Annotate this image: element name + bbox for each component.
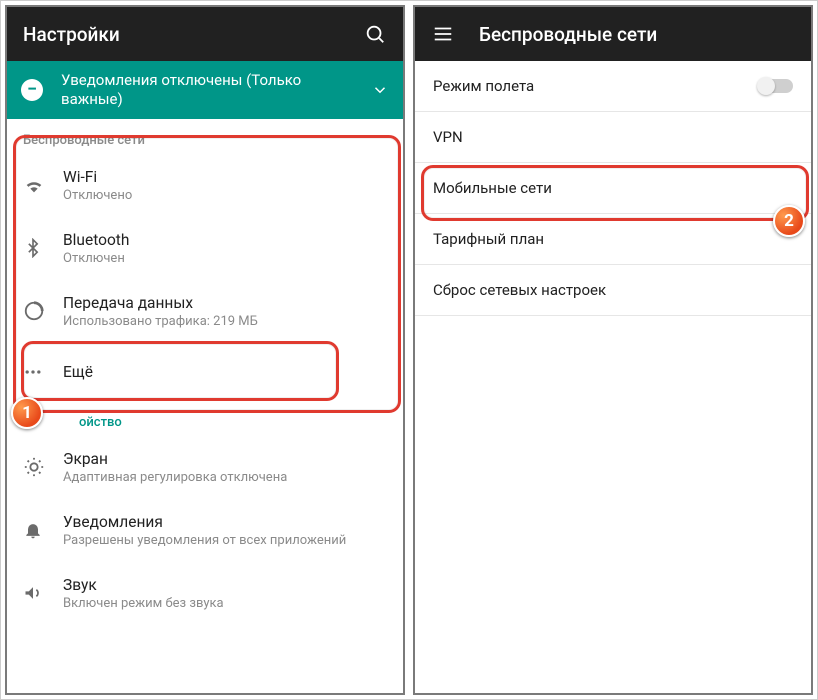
brightness-icon (23, 456, 63, 478)
vpn-label: VPN (433, 128, 793, 146)
display-label: Экран (63, 450, 387, 468)
chevron-down-icon (371, 81, 389, 99)
item-notifications[interactable]: Уведомления Разрешены уведомления от все… (7, 499, 403, 562)
bluetooth-icon (23, 238, 63, 258)
minus-circle-icon: − (21, 79, 43, 101)
sound-label: Звук (63, 576, 387, 594)
item-wifi[interactable]: Wi-Fi Отключено (7, 154, 403, 217)
more-horiz-icon (23, 362, 63, 382)
more-label: Ещё (63, 363, 387, 381)
airplane-label: Режим полета (433, 77, 759, 95)
sound-sub: Включен режим без звука (63, 596, 387, 611)
airplane-toggle[interactable] (759, 79, 793, 93)
notif-sub: Разрешены уведомления от всех приложений (63, 533, 387, 548)
item-display[interactable]: Экран Адаптивная регулировка отключена (7, 436, 403, 499)
display-sub: Адаптивная регулировка отключена (63, 470, 387, 485)
wifi-icon (23, 174, 63, 196)
notif-label: Уведомления (63, 513, 387, 531)
item-bluetooth[interactable]: Bluetooth Отключен (7, 217, 403, 280)
tariff-label: Тарифный план (433, 230, 793, 248)
item-vpn[interactable]: VPN (415, 112, 811, 162)
volume-icon (23, 583, 63, 603)
data-usage-icon (23, 300, 63, 322)
step-badge-2: 2 (773, 205, 805, 237)
screen-settings: Настройки − Уведомления отключены (Тольк… (5, 5, 405, 695)
section-header-wireless: Беспроводные сети (7, 119, 403, 154)
screen-wireless: Беспроводные сети Режим полета VPN Мобил… (413, 5, 813, 695)
appbar-title: Настройки (23, 23, 363, 46)
wifi-sub: Отключено (63, 188, 387, 203)
mobile-label: Мобильные сети (433, 179, 793, 197)
section-header-device-partial: ойство (7, 401, 403, 436)
item-data-usage[interactable]: Передача данных Использовано трафика: 21… (7, 280, 403, 343)
appbar: Настройки (7, 7, 403, 61)
notifications-banner[interactable]: − Уведомления отключены (Только важные) (7, 61, 403, 119)
hamburger-icon[interactable] (431, 22, 455, 46)
data-label: Передача данных (63, 294, 387, 312)
item-airplane[interactable]: Режим полета (415, 61, 811, 111)
item-sound[interactable]: Звук Включен режим без звука (7, 562, 403, 625)
search-icon[interactable] (363, 22, 387, 46)
item-more[interactable]: Ещё (7, 343, 403, 401)
appbar: Беспроводные сети (415, 7, 811, 61)
banner-text: Уведомления отключены (Только важные) (61, 71, 363, 109)
bell-icon (23, 520, 63, 540)
bluetooth-sub: Отключен (63, 251, 387, 266)
data-sub: Использовано трафика: 219 МБ (63, 314, 387, 329)
appbar-title: Беспроводные сети (479, 23, 795, 46)
divider (415, 315, 811, 316)
step-badge-1: 1 (11, 397, 43, 429)
item-tariff-plan[interactable]: Тарифный план (415, 214, 811, 264)
reset-label: Сброс сетевых настроек (433, 281, 793, 299)
bluetooth-label: Bluetooth (63, 231, 387, 249)
item-mobile-networks[interactable]: Мобильные сети (415, 163, 811, 213)
item-reset-network[interactable]: Сброс сетевых настроек (415, 265, 811, 315)
wifi-label: Wi-Fi (63, 168, 387, 186)
